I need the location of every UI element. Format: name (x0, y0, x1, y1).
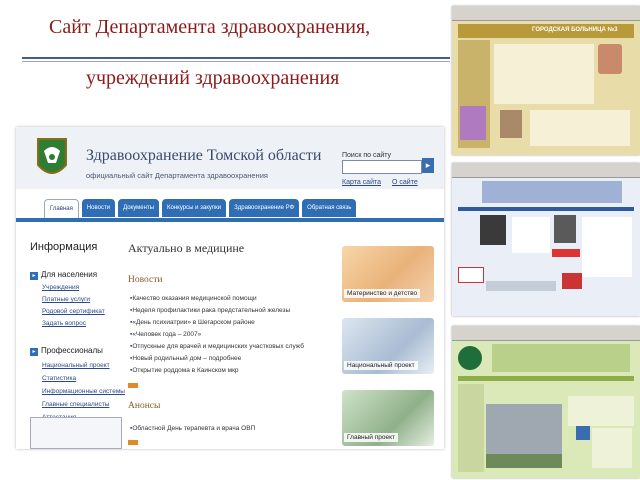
news-item[interactable]: Неделя профилактики рака предстательной … (130, 307, 290, 314)
sidebar-item-national-project[interactable]: Национальный проект (42, 362, 110, 369)
browser-toolbar (452, 326, 640, 341)
news-heading: Новости (128, 275, 163, 285)
tomsk-emblem-icon (37, 138, 67, 174)
tab-documents[interactable]: Документы (118, 199, 160, 217)
sidebar-item-statistics[interactable]: Статистика (42, 375, 76, 382)
sidebar-item-birth-certificate[interactable]: Родовой сертификат (42, 308, 105, 315)
about-site-link[interactable]: О сайте (392, 179, 418, 186)
promo-banner-national-project[interactable]: Национальный проект (342, 318, 434, 374)
health-department-site-screenshot: Здравоохранение Томской области официаль… (16, 127, 444, 449)
news-item[interactable]: «День психиатрии» в Шегарском районе (130, 319, 254, 326)
arrow-right-icon: ▸ (30, 272, 38, 280)
promo-banner-main-project[interactable]: Главный проект (342, 390, 434, 446)
photo-ground (486, 454, 562, 468)
slide-title-line-2: учреждений здравоохранения (86, 67, 340, 89)
news-item[interactable]: Качество оказания медицинской помощи (130, 295, 256, 302)
title-divider (22, 57, 450, 59)
promo-caption: Материнство и детство (344, 289, 421, 298)
tab-tenders[interactable]: Конкурсы и закупки (162, 199, 227, 217)
section-public-label: Для населения (41, 270, 98, 279)
actual-heading: Актуально в медицине (128, 241, 245, 255)
content-block (592, 428, 632, 468)
sitemap-link[interactable]: Карта сайта (342, 179, 381, 186)
news-item[interactable]: Открытие роддома в Каинском мкр (130, 367, 238, 374)
sidebar-item-institutions[interactable]: Учреждения (42, 284, 79, 291)
icons-row (486, 281, 556, 291)
photo (480, 215, 506, 245)
announce-heading: Анонсы (128, 401, 161, 411)
promo-caption: Главный проект (344, 433, 398, 442)
section-professionals[interactable]: ▸ Профессионалы (30, 346, 103, 356)
tab-health-rf[interactable]: Здравоохранение РФ (229, 199, 300, 217)
browser-toolbar (452, 6, 640, 21)
news-item[interactable]: «Человек года – 2007» (130, 331, 201, 338)
tab-home[interactable]: Главная (44, 199, 79, 218)
site-title: Здравоохранение Томской области (86, 147, 322, 164)
hospital3-banner-text: ГОРОДСКАЯ БОЛЬНИЦА №3 (532, 27, 618, 33)
main-nav-tabs: Главная Новости Документы Конкурсы и зак… (44, 199, 359, 219)
hospital-site-thumbnail-3 (452, 326, 640, 478)
news-item[interactable]: Отпускные для врачей и медицинских участ… (130, 343, 304, 350)
hospital-logo-icon (458, 346, 482, 370)
badge (552, 249, 580, 257)
search-button[interactable]: ▸ (422, 158, 434, 173)
photo (500, 110, 522, 138)
arrow-right-icon: ▸ (30, 348, 38, 356)
search-input[interactable] (342, 160, 422, 174)
section-public[interactable]: ▸ Для населения (30, 270, 97, 280)
announce-more-button[interactable] (128, 440, 138, 445)
ambulance-icon (458, 267, 484, 283)
photo (460, 106, 486, 140)
sidebar-item-paid-services[interactable]: Платные услуги (42, 296, 90, 303)
news-more-button[interactable] (128, 383, 138, 388)
tab-feedback[interactable]: Обратная связь (302, 199, 357, 217)
tab-underline (16, 218, 444, 222)
site-banner (492, 344, 630, 372)
sidebar-box (30, 417, 122, 449)
content-block (568, 396, 634, 426)
title-divider-thin (22, 61, 450, 62)
section-professionals-label: Профессионалы (41, 346, 103, 355)
search-arrow-icon: ▸ (425, 160, 431, 170)
promo-caption: Национальный проект (344, 361, 418, 370)
info-heading: Информация (30, 241, 98, 253)
search-label: Поиск по сайту (342, 152, 392, 159)
sidebar-item-info-systems[interactable]: Информационные системы (42, 388, 125, 395)
content-block (512, 217, 550, 253)
slide-title-line-1: Сайт Департамента здравоохранения, (49, 16, 371, 38)
tab-news[interactable]: Новости (81, 199, 116, 217)
content-block (530, 110, 630, 146)
announce-item[interactable]: Областной День терапевта и врача ОВП (130, 425, 255, 432)
left-menu (458, 384, 484, 472)
icon (576, 426, 590, 440)
hospital-site-thumbnail-1: ГОРОДСКАЯ БОЛЬНИЦА №3 (452, 6, 640, 155)
content-block (494, 44, 594, 104)
nav-bar (458, 207, 634, 211)
site-banner (482, 181, 622, 203)
sidebar-item-ask-question[interactable]: Задать вопрос (42, 320, 86, 327)
browser-toolbar (452, 163, 640, 178)
content-block (582, 217, 632, 277)
nav-bar (458, 376, 634, 381)
promo-banner-maternity[interactable]: Материнство и детство (342, 246, 434, 302)
hospital-site-thumbnail-2 (452, 163, 640, 316)
photo (554, 215, 576, 243)
site-subtitle: официальный сайт Департамента здравоохра… (86, 171, 268, 180)
ambulance-icon (562, 273, 582, 289)
sidebar-item-chief-specialists[interactable]: Главные специалисты (42, 401, 109, 408)
news-item[interactable]: Новый родильный дом – подробнее (130, 355, 241, 362)
doctor-photo (598, 44, 622, 74)
